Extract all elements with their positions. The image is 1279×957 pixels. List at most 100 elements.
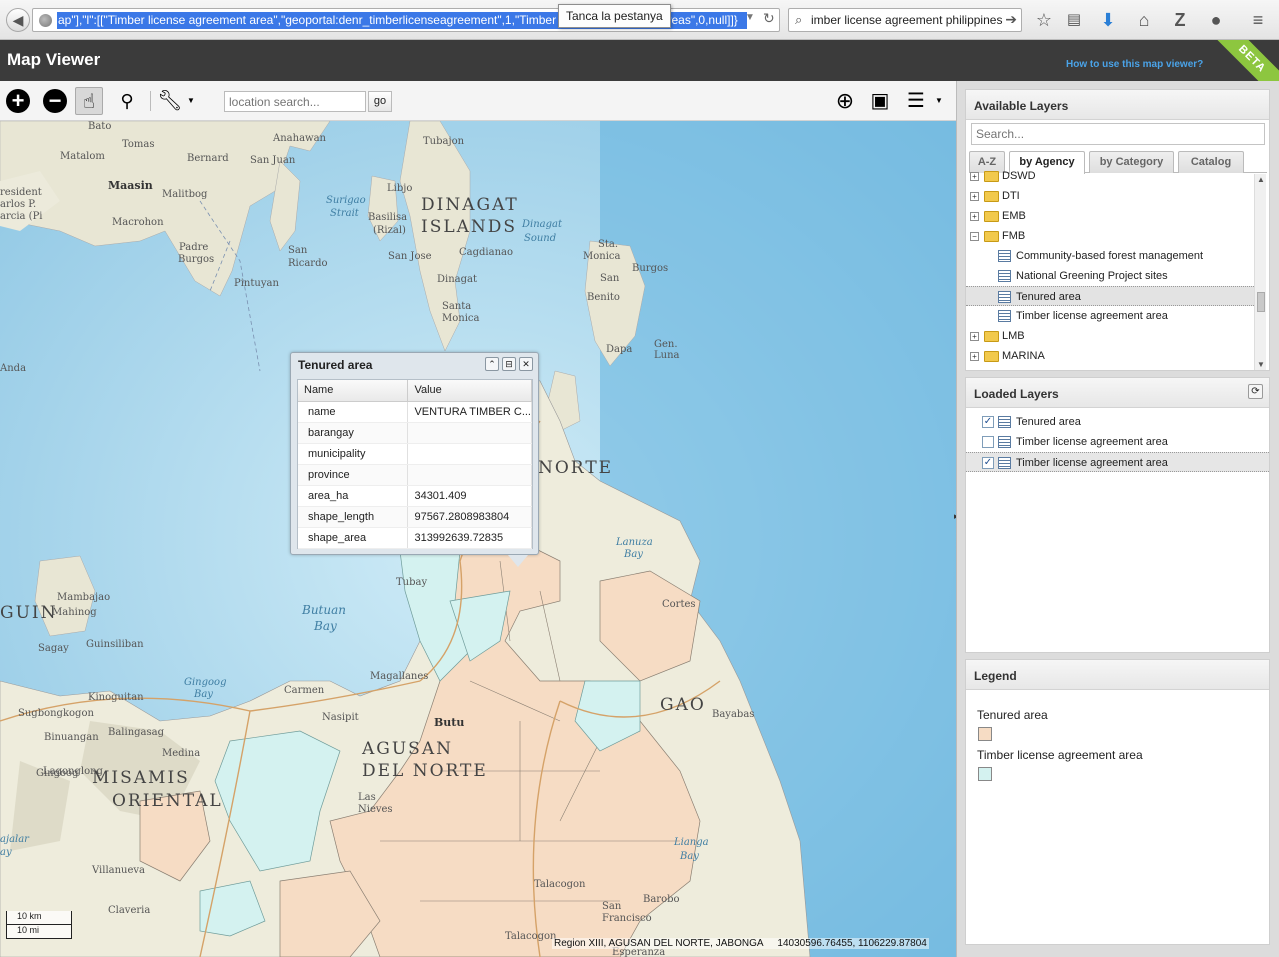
search-go-icon[interactable]: ➔ bbox=[1005, 11, 1017, 28]
place-label: ORIENTAL bbox=[112, 791, 223, 811]
place-label: Bayabas bbox=[712, 709, 755, 720]
tree-label: DTI bbox=[1002, 190, 1020, 202]
loaded-layer-row[interactable]: ✓ Tenured area bbox=[966, 412, 1269, 432]
loaded-layer-row[interactable]: ✓ Timber license agreement area bbox=[966, 452, 1269, 472]
tree-label: LMB bbox=[1002, 330, 1025, 342]
tree-folder[interactable]: + DSWD bbox=[966, 166, 1256, 186]
url-dropdown-icon[interactable]: ▼ bbox=[745, 12, 755, 23]
column-header-value[interactable]: Value bbox=[407, 380, 532, 402]
tree-folder[interactable]: + DTI bbox=[966, 186, 1256, 206]
attribute-row[interactable]: name VENTURA TIMBER C... bbox=[298, 401, 532, 423]
reading-list-icon[interactable]: ▤ bbox=[1062, 8, 1086, 32]
popup-collapse-icon[interactable]: ⌃ bbox=[485, 357, 499, 371]
layer-checkbox[interactable]: ✓ bbox=[982, 416, 994, 428]
folder-icon bbox=[984, 211, 999, 222]
attribute-row[interactable]: shape_area 313992639.72835 bbox=[298, 527, 532, 549]
tree-layer[interactable]: Tenured area bbox=[966, 286, 1256, 306]
attribute-row[interactable]: shape_length 97567.2808983804 bbox=[298, 506, 532, 528]
layer-icon bbox=[998, 310, 1011, 322]
tree-folder[interactable]: + LMB bbox=[966, 326, 1256, 346]
tree-label: FMB bbox=[1002, 230, 1026, 242]
column-header-name[interactable]: Name bbox=[298, 380, 409, 402]
app-title: Map Viewer bbox=[7, 50, 101, 69]
tree-layer[interactable]: Community-based forest management bbox=[966, 246, 1256, 266]
tree-layer[interactable]: National Greening Project sites bbox=[966, 266, 1256, 286]
toolbar-divider bbox=[150, 91, 151, 111]
place-label: DEL NORTE bbox=[362, 761, 488, 781]
attribute-row[interactable]: barangay bbox=[298, 422, 532, 444]
home-icon[interactable]: ⌂ bbox=[1132, 8, 1156, 32]
help-link[interactable]: How to use this map viewer? bbox=[1066, 59, 1203, 70]
place-label: Macrohon bbox=[112, 217, 164, 228]
place-label: Lianga bbox=[674, 837, 709, 848]
expand-icon[interactable]: + bbox=[970, 172, 979, 181]
layer-icon bbox=[998, 436, 1011, 448]
place-label: arcia (Pi bbox=[0, 211, 43, 222]
place-label: Bato bbox=[88, 121, 112, 132]
pan-hand-icon[interactable]: ☝ bbox=[75, 87, 103, 115]
expand-icon[interactable]: + bbox=[970, 192, 979, 201]
tree-folder[interactable]: + EMB bbox=[966, 206, 1256, 226]
tools-dropdown-icon[interactable]: ▼ bbox=[184, 87, 198, 115]
tree-scrollbar[interactable]: ▲ ▼ bbox=[1254, 174, 1266, 370]
place-label: Santa bbox=[442, 301, 472, 312]
legend-swatch bbox=[978, 727, 992, 741]
attribute-row[interactable]: area_ha 34301.409 bbox=[298, 485, 532, 507]
popup-close-icon[interactable]: ✕ bbox=[519, 357, 533, 371]
legend-swatch bbox=[978, 767, 992, 781]
tree-folder[interactable]: + MARINA bbox=[966, 346, 1256, 362]
layers-stack-icon[interactable]: ☰ bbox=[902, 87, 930, 115]
scroll-up-icon[interactable]: ▲ bbox=[1257, 175, 1265, 184]
download-icon[interactable]: ⬇ bbox=[1096, 8, 1120, 32]
place-label: ajalar bbox=[0, 834, 29, 845]
download-map-icon[interactable]: ⊕ bbox=[831, 87, 859, 115]
expand-icon[interactable]: + bbox=[970, 212, 979, 221]
place-label: Dinagat bbox=[437, 274, 477, 285]
place-label: Bay bbox=[680, 851, 699, 862]
attribute-name: municipality bbox=[298, 443, 409, 465]
menu-icon[interactable]: ≡ bbox=[1246, 8, 1270, 32]
expand-icon[interactable]: + bbox=[970, 352, 979, 361]
popup-pin-icon[interactable]: ⊟ bbox=[502, 357, 516, 371]
scroll-thumb[interactable] bbox=[1257, 292, 1265, 312]
layer-checkbox[interactable]: ✓ bbox=[982, 457, 994, 469]
collapse-icon[interactable]: − bbox=[970, 232, 979, 241]
tab-tooltip: Tanca la pestanya bbox=[558, 4, 671, 28]
place-label: resident bbox=[0, 187, 42, 198]
bookmark-star-icon[interactable]: ☆ bbox=[1032, 8, 1056, 32]
browser-search-input[interactable]: imber license agreement philippines bbox=[811, 13, 1002, 27]
attribute-row[interactable]: province bbox=[298, 464, 532, 486]
layer-search-input[interactable] bbox=[971, 123, 1265, 145]
attribute-value bbox=[407, 422, 532, 444]
place-label: Lanuza bbox=[616, 537, 653, 548]
place-label: Carmen bbox=[284, 685, 325, 696]
zotero-icon[interactable]: Z bbox=[1168, 8, 1192, 32]
layer-checkbox[interactable] bbox=[982, 436, 994, 448]
attribute-row[interactable]: municipality bbox=[298, 443, 532, 465]
place-label: (Rizal) bbox=[373, 225, 406, 236]
tree-layer[interactable]: Timber license agreement area bbox=[966, 306, 1256, 326]
place-label: GUIN bbox=[0, 603, 58, 623]
reload-icon[interactable]: ↻ bbox=[763, 10, 775, 27]
zoom-in-icon[interactable]: + bbox=[6, 89, 30, 113]
location-search-input[interactable] bbox=[224, 91, 366, 112]
refresh-icon[interactable]: ⟳ bbox=[1248, 384, 1263, 399]
back-button[interactable]: ◀ bbox=[6, 8, 30, 32]
place-label: Bay bbox=[194, 689, 213, 700]
location-go-button[interactable]: go bbox=[368, 91, 392, 112]
tools-wrench-icon[interactable]: 🔧︎ bbox=[156, 87, 184, 115]
zoom-out-icon[interactable]: − bbox=[43, 89, 67, 113]
map-canvas[interactable]: Bato Tomas Anahawan Tubajon Matalom Bernard Sa… bbox=[0, 121, 956, 957]
save-icon[interactable]: ▣ bbox=[866, 87, 894, 115]
attribute-value: VENTURA TIMBER C... bbox=[407, 401, 532, 423]
tree-folder[interactable]: − FMB bbox=[966, 226, 1256, 246]
scroll-down-icon[interactable]: ▼ bbox=[1257, 360, 1265, 369]
layers-dropdown-icon[interactable]: ▼ bbox=[932, 87, 946, 115]
philippines-extent-icon[interactable]: ⚲ bbox=[113, 87, 141, 115]
chat-icon[interactable]: ● bbox=[1204, 8, 1228, 32]
expand-icon[interactable]: + bbox=[970, 332, 979, 341]
app-header: Map Viewer How to use this map viewer? B… bbox=[0, 40, 1279, 81]
place-label: Sagay bbox=[38, 643, 69, 654]
loaded-layer-row[interactable]: Timber license agreement area bbox=[966, 432, 1269, 452]
browser-search-box[interactable]: ⌕ imber license agreement philippines ➔ bbox=[788, 8, 1022, 32]
